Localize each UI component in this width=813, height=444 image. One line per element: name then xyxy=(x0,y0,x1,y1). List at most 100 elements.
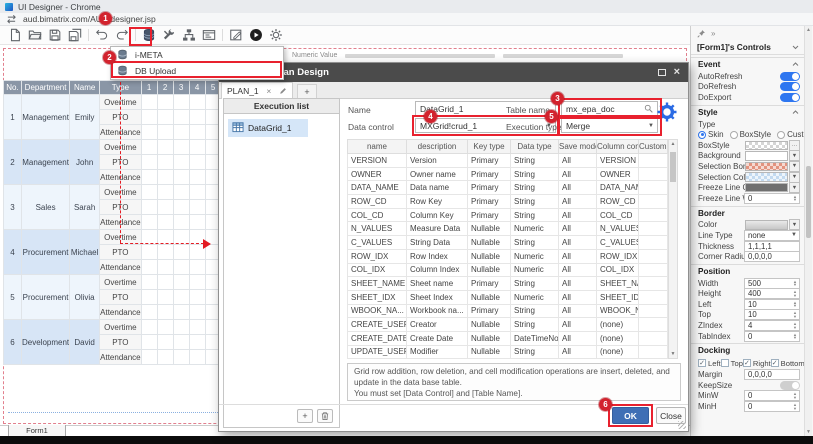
grid-cell[interactable]: SHEET_IDX xyxy=(348,290,407,304)
grid-cell[interactable]: All xyxy=(559,249,597,263)
dropdown-button[interactable]: ▼ xyxy=(789,172,800,183)
grid-row[interactable]: VERSIONVersionPrimaryStringAllVERSION xyxy=(348,154,668,168)
value-cell[interactable] xyxy=(189,305,205,320)
value-cell[interactable] xyxy=(141,215,157,230)
grid-cell[interactable]: String xyxy=(511,277,559,291)
grid-cell[interactable]: ROW_CD xyxy=(348,195,407,209)
swatch-boxstyle[interactable] xyxy=(745,141,788,151)
save-icon[interactable] xyxy=(45,27,65,44)
value-cell[interactable] xyxy=(141,170,157,185)
grid-cell[interactable] xyxy=(639,154,668,168)
grid-cell[interactable]: Nullable xyxy=(468,318,511,332)
collapse-panel-icon[interactable]: » xyxy=(711,29,715,38)
value-cell[interactable] xyxy=(141,110,157,125)
grid-cell[interactable]: Primary xyxy=(468,154,511,168)
value-cell[interactable] xyxy=(157,305,173,320)
grid-cell[interactable]: String xyxy=(511,345,559,359)
search-icon[interactable] xyxy=(644,104,653,113)
pin-icon[interactable] xyxy=(697,29,706,38)
value-cell[interactable] xyxy=(173,290,189,305)
more-button[interactable]: … xyxy=(789,140,800,151)
grid-cell[interactable]: C_VALUES xyxy=(597,236,639,250)
grid-row[interactable]: COL_IDXColumn IndexNullableNumericAllCOL… xyxy=(348,263,668,277)
open-folder-icon[interactable] xyxy=(25,27,45,44)
spinner-freeze-line-width[interactable]: 0▲▼ xyxy=(744,193,800,204)
value-cell[interactable] xyxy=(189,125,205,140)
grid-cell[interactable]: N_VALUES xyxy=(348,222,407,236)
redo-icon[interactable] xyxy=(112,27,132,44)
grid-cell[interactable]: Data name xyxy=(407,181,468,195)
grid-row[interactable]: WBOOK_NA...Workbook na...PrimaryStringAl… xyxy=(348,304,668,318)
value-cell[interactable] xyxy=(141,290,157,305)
tab-close-icon[interactable]: × xyxy=(266,86,271,96)
value-cell[interactable] xyxy=(157,275,173,290)
grid-cell[interactable]: All xyxy=(559,304,597,318)
menu-item-db-upload[interactable]: DB Upload xyxy=(111,63,283,79)
value-cell[interactable] xyxy=(157,185,173,200)
checkbox-bottom[interactable]: ✓Bottom xyxy=(771,359,805,368)
add-tab-button[interactable]: + xyxy=(297,84,317,99)
add-plan-button[interactable]: + xyxy=(297,409,313,423)
grid-cell[interactable]: All xyxy=(559,263,597,277)
value-cell[interactable] xyxy=(157,290,173,305)
spinner-arrows-icon[interactable]: ▲▼ xyxy=(793,322,797,329)
grid-cell[interactable]: Nullable xyxy=(468,236,511,250)
grid-row[interactable]: N_VALUESMeasure DataNullableNumericAllN_… xyxy=(348,222,668,236)
grid-cell[interactable]: All xyxy=(559,236,597,250)
swatch-selection-color[interactable] xyxy=(745,172,788,182)
grid-cell[interactable]: All xyxy=(559,277,597,291)
data-view-icon[interactable] xyxy=(199,27,219,44)
grid-row[interactable]: COL_CDColumn KeyPrimaryStringAllCOL_CD xyxy=(348,208,668,222)
tab-plan-1[interactable]: PLAN_1 × xyxy=(221,82,293,99)
grid-cell[interactable]: Column Key xyxy=(407,208,468,222)
grid-cell[interactable]: COL_IDX xyxy=(597,263,639,277)
scroll-up-icon[interactable]: ▲ xyxy=(805,27,812,33)
swatch-freeze-line-color[interactable] xyxy=(745,183,788,193)
grid-cell[interactable]: String xyxy=(511,208,559,222)
checkbox-top[interactable]: Top xyxy=(721,359,743,368)
value-cell[interactable] xyxy=(189,290,205,305)
grid-cell[interactable]: COL_CD xyxy=(597,208,639,222)
resize-grip[interactable] xyxy=(678,421,686,429)
grid-cell[interactable]: DATA_NAME xyxy=(348,181,407,195)
grid-cell[interactable] xyxy=(639,236,668,250)
scroll-down-icon[interactable]: ▼ xyxy=(669,351,677,357)
spinner-left[interactable]: 10▲▼ xyxy=(744,299,800,310)
grid-cell[interactable]: Nullable xyxy=(468,331,511,345)
value-cell[interactable] xyxy=(141,335,157,350)
grid-cell[interactable]: Nullable xyxy=(468,249,511,263)
grid-cell[interactable]: OWNER xyxy=(597,167,639,181)
grid-cell[interactable] xyxy=(639,290,668,304)
value-cell[interactable] xyxy=(157,215,173,230)
spinner-arrows-icon[interactable]: ▲▼ xyxy=(793,280,797,287)
grid-cell[interactable]: OWNER xyxy=(348,167,407,181)
grid-row[interactable]: C_VALUESString DataNullableStringAllC_VA… xyxy=(348,236,668,250)
value-cell[interactable] xyxy=(173,185,189,200)
grid-row[interactable]: UPDATE_USERModifierNullableStringAll(non… xyxy=(348,345,668,359)
value-cell[interactable] xyxy=(157,110,173,125)
grid-cell[interactable]: Numeric xyxy=(511,263,559,277)
dropdown-button[interactable]: ▼ xyxy=(789,150,800,161)
value-cell[interactable] xyxy=(157,335,173,350)
grid-cell[interactable]: String xyxy=(511,236,559,250)
value-cell[interactable] xyxy=(173,95,189,110)
value-cell[interactable] xyxy=(173,320,189,335)
grid-row[interactable]: ROW_IDXRow IndexNullableNumericAllROW_ID… xyxy=(348,249,668,263)
grid-cell[interactable]: Primary xyxy=(468,167,511,181)
grid-cell[interactable]: ROW_IDX xyxy=(348,249,407,263)
new-file-icon[interactable] xyxy=(5,27,25,44)
value-cell[interactable] xyxy=(189,170,205,185)
radio-custom[interactable]: Custom xyxy=(777,130,805,139)
grid-cell[interactable]: SHEET_IDX xyxy=(597,290,639,304)
grid-cell[interactable]: All xyxy=(559,195,597,209)
grid-cell[interactable]: Row Index xyxy=(407,249,468,263)
settings-gear-icon[interactable] xyxy=(656,101,678,123)
grid-cell[interactable]: All xyxy=(559,154,597,168)
value-cell[interactable] xyxy=(189,95,205,110)
value-cell[interactable] xyxy=(189,140,205,155)
spinner-minw[interactable]: 0▲▼ xyxy=(744,390,800,401)
grid-cell[interactable]: CREATE_DATE xyxy=(348,331,407,345)
value-cell[interactable] xyxy=(141,275,157,290)
grid-cell[interactable]: ROW_CD xyxy=(597,195,639,209)
grid-cell[interactable]: DATA_NAME xyxy=(597,181,639,195)
